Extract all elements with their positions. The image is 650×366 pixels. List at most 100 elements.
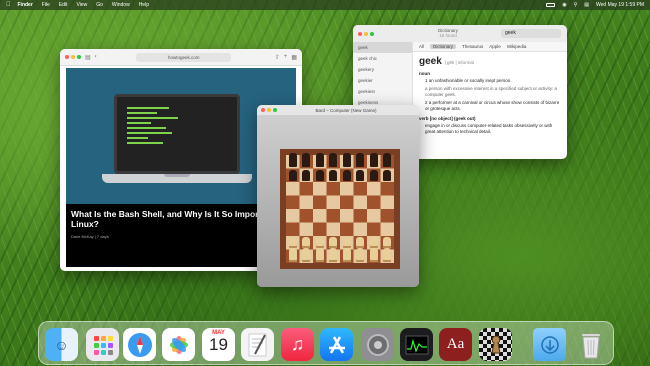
window-controls — [65, 55, 81, 59]
wifi-icon[interactable]: ◉ — [562, 2, 566, 8]
menu-bar:  Finder File Edit View Go Window Help ◉… — [0, 0, 650, 10]
sidebar-item[interactable]: geek chic — [353, 53, 412, 64]
menu-app-name[interactable]: Finder — [18, 2, 33, 8]
control-center-icon[interactable]: ▤ — [584, 2, 589, 8]
chess-piece[interactable] — [329, 247, 338, 262]
chess-piece[interactable] — [288, 247, 297, 262]
battery-icon[interactable] — [546, 3, 556, 7]
chess-piece[interactable] — [369, 237, 378, 248]
chess-board[interactable] — [280, 149, 400, 269]
chess-piece[interactable] — [315, 153, 324, 167]
chess-title: Bard – Computer (New Game) — [315, 107, 377, 113]
tab-thesaurus[interactable]: Thesaurus — [462, 44, 483, 49]
calendar-icon[interactable]: MAY 19 — [202, 328, 235, 361]
share-icon[interactable]: ⇧ — [275, 54, 280, 61]
downloads-folder-icon[interactable] — [533, 328, 566, 361]
address-bar[interactable]: howtogeek.com — [136, 52, 232, 62]
chess-piece[interactable] — [369, 169, 378, 181]
dock: ☺ MAY 19 ♫ Aa — [38, 321, 614, 365]
chess-piece[interactable] — [383, 153, 392, 167]
new-tab-icon[interactable]: + — [284, 54, 288, 60]
chess-piece[interactable] — [329, 237, 338, 248]
menu-help[interactable]: Help — [139, 2, 149, 8]
chess-piece[interactable] — [369, 247, 378, 262]
zoom-button[interactable] — [273, 108, 277, 112]
chess-piece[interactable] — [383, 169, 392, 181]
music-icon[interactable]: ♫ — [281, 328, 314, 361]
safari-icon[interactable] — [123, 328, 156, 361]
chess-icon[interactable] — [479, 328, 512, 361]
menu-view[interactable]: View — [76, 2, 87, 8]
entry-word: geek — [419, 56, 442, 67]
close-button[interactable] — [261, 108, 265, 112]
zoom-button[interactable] — [370, 31, 374, 36]
menu-go[interactable]: Go — [96, 2, 103, 8]
entry-definition: a person with excessive interest in a sp… — [425, 86, 558, 97]
menu-edit[interactable]: Edit — [59, 2, 68, 8]
chess-piece[interactable] — [315, 169, 324, 181]
minimize-button[interactable] — [364, 31, 368, 36]
activity-monitor-icon[interactable] — [400, 328, 433, 361]
laptop-illustration — [114, 94, 240, 174]
tab-dictionary[interactable]: Dictionary — [430, 44, 457, 49]
trash-icon[interactable] — [574, 328, 607, 361]
search-icon[interactable]: ⚲ — [574, 2, 578, 8]
apple-icon[interactable]:  — [6, 2, 11, 8]
zoom-button[interactable] — [77, 55, 81, 59]
entry-part-of-speech: verb [no object] (geek out) — [419, 116, 476, 121]
chess-piece[interactable] — [302, 247, 311, 262]
chess-piece[interactable] — [356, 247, 365, 262]
tabs-overview-icon[interactable]: ▦ — [291, 54, 297, 61]
sidebar-item[interactable]: geekier — [353, 75, 412, 86]
dictionary-search-input[interactable]: geek — [501, 29, 561, 38]
chess-piece[interactable] — [302, 237, 311, 248]
launchpad-icon[interactable] — [86, 328, 119, 361]
minimize-button[interactable] — [71, 55, 75, 59]
chess-pieces — [286, 153, 394, 263]
chess-piece[interactable] — [356, 153, 365, 167]
chess-piece[interactable] — [288, 237, 297, 248]
photos-icon[interactable] — [162, 328, 195, 361]
dictionary-entry: geek | gēk | informal noun 1 an unfashio… — [419, 56, 563, 137]
entry-definition: 1 an unfashionable or socially inept per… — [425, 78, 512, 83]
chess-piece[interactable] — [288, 153, 297, 167]
textedit-icon[interactable] — [241, 328, 274, 361]
sidebar-item[interactable]: geek — [353, 42, 412, 53]
system-preferences-icon[interactable] — [361, 328, 394, 361]
chess-piece[interactable] — [356, 169, 365, 181]
app-store-icon[interactable] — [320, 328, 353, 361]
close-button[interactable] — [358, 31, 362, 36]
chess-stage — [257, 115, 419, 287]
sidebar-icon[interactable]: ▤ — [85, 54, 91, 61]
dictionary-icon[interactable]: Aa — [439, 328, 472, 361]
sidebar-item[interactable]: geekiest — [353, 86, 412, 97]
chess-piece[interactable] — [383, 247, 392, 262]
clock[interactable]: Wed May 19 1:59 PM — [596, 2, 644, 8]
chess-window[interactable]: Bard – Computer (New Game) — [257, 105, 419, 287]
tab-wikipedia[interactable]: Wikipedia — [507, 44, 527, 49]
minimize-button[interactable] — [267, 108, 271, 112]
chess-piece[interactable] — [302, 153, 311, 167]
chess-piece[interactable] — [315, 237, 324, 248]
chess-piece[interactable] — [369, 153, 378, 167]
tab-all[interactable]: All — [419, 44, 424, 49]
chess-piece[interactable] — [302, 169, 311, 181]
chess-piece[interactable] — [342, 247, 351, 262]
chess-piece[interactable] — [342, 169, 351, 181]
menu-file[interactable]: File — [42, 2, 50, 8]
sidebar-item[interactable]: geekery — [353, 64, 412, 75]
chess-piece[interactable] — [315, 247, 324, 262]
chess-piece[interactable] — [329, 169, 338, 181]
chess-piece[interactable] — [356, 237, 365, 248]
tab-apple[interactable]: Apple — [489, 44, 501, 49]
chess-piece[interactable] — [288, 169, 297, 181]
finder-icon[interactable]: ☺ — [45, 328, 78, 361]
chess-piece[interactable] — [342, 153, 351, 167]
close-button[interactable] — [65, 55, 69, 59]
back-icon[interactable]: ‹ — [95, 54, 97, 60]
chess-piece[interactable] — [329, 153, 338, 167]
chess-piece[interactable] — [342, 237, 351, 248]
chess-piece[interactable] — [383, 237, 392, 248]
menu-window[interactable]: Window — [112, 2, 130, 8]
dictionary-title: Dictionary 15 found — [437, 28, 458, 38]
